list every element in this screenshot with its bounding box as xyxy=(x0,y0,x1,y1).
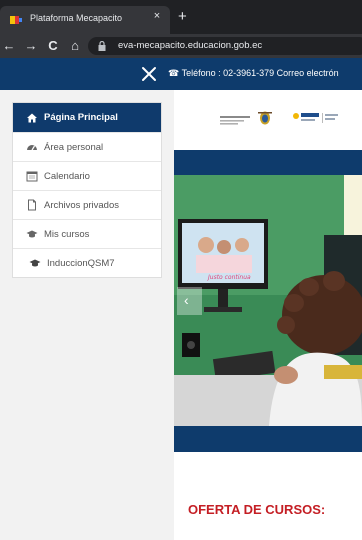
forward-button[interactable]: → xyxy=(22,37,40,55)
menu-item-mis-cursos[interactable]: Mis cursos xyxy=(13,219,161,248)
new-tab-button[interactable]: + xyxy=(178,9,187,24)
dashboard-icon xyxy=(27,145,37,151)
site-favicon-icon xyxy=(10,16,22,24)
lock-icon xyxy=(98,41,106,51)
tab-close-button[interactable]: × xyxy=(150,10,164,22)
menu-item-label: InduccionQSM7 xyxy=(47,257,115,269)
file-icon xyxy=(28,199,36,211)
calendar-icon xyxy=(26,171,38,182)
hero-slide-image: Justo continua xyxy=(174,175,362,426)
ecuador-shield-icon xyxy=(258,111,272,125)
svg-text:Justo continua: Justo continua xyxy=(207,274,251,281)
tab-title: Plataforma Mecapacito xyxy=(30,13,123,23)
hero-bottom-band xyxy=(174,426,362,452)
graduation-cap-icon xyxy=(29,259,41,267)
ministerio-educacion-logo xyxy=(220,116,250,125)
home-icon xyxy=(27,113,37,122)
menu-item-area-personal[interactable]: Área personal xyxy=(13,132,161,161)
address-bar[interactable]: eva-mecapacito.educacion.gob.ec xyxy=(88,37,362,55)
phone-icon: ☎ xyxy=(168,68,180,78)
site-top-bar: ☎ Teléfono : 02-3961-379 Correo electrón xyxy=(0,58,362,90)
chevron-left-icon: ‹ xyxy=(184,292,189,308)
browser-tab[interactable]: Plataforma Mecapacito × xyxy=(0,6,170,34)
side-drawer: Página Principal Área personal Calendari… xyxy=(0,90,174,540)
menu-item-label: Área personal xyxy=(44,141,104,153)
menu-item-induccionqsm7[interactable]: InduccionQSM7 xyxy=(13,248,161,277)
contact-text: Teléfono : 02-3961-379 Correo electrón xyxy=(181,68,339,78)
menu-item-archivos-privados[interactable]: Archivos privados xyxy=(13,190,161,219)
navigation-menu: Página Principal Área personal Calendari… xyxy=(12,102,162,278)
home-button[interactable]: ⌂ xyxy=(66,37,84,55)
menu-item-calendario[interactable]: Calendario xyxy=(13,161,161,190)
institution-logos xyxy=(174,90,362,148)
menu-item-label: Calendario xyxy=(44,170,90,182)
menu-item-pagina-principal[interactable]: Página Principal xyxy=(13,103,161,132)
contact-info: ☎ Teléfono : 02-3961-379 Correo electrón xyxy=(168,68,339,79)
main-content: Justo continua ‹ OFERTA DE CURSOS: xyxy=(174,90,362,540)
hero-top-band xyxy=(174,150,362,175)
close-drawer-icon[interactable] xyxy=(140,65,158,83)
gobierno-logo xyxy=(293,113,338,123)
reload-button[interactable]: C xyxy=(44,37,62,55)
menu-item-label: Mis cursos xyxy=(44,228,90,240)
offer-title: OFERTA DE CURSOS: xyxy=(188,502,326,517)
menu-item-label: Página Principal xyxy=(44,112,118,123)
browser-toolbar: ← → C ⌂ eva-mecapacito.educacion.gob.ec xyxy=(0,34,362,58)
back-button[interactable]: ← xyxy=(0,37,18,55)
browser-tabstrip: Plataforma Mecapacito × + xyxy=(0,0,362,34)
url-text: eva-mecapacito.educacion.gob.ec xyxy=(118,40,263,51)
graduation-cap-icon xyxy=(26,230,38,238)
menu-item-label: Archivos privados xyxy=(44,199,119,211)
carousel-prev-button[interactable]: ‹ xyxy=(177,287,202,315)
